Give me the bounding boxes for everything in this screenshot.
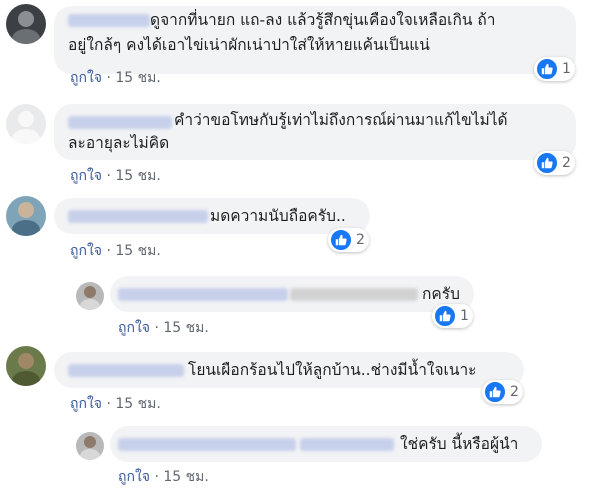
avatar[interactable] <box>6 196 46 236</box>
timestamp[interactable]: 15 ชม. <box>163 320 208 336</box>
comment-text-line1: ดูจากที่นายก แถ-ลง แล้วรู้สึกขุ่นเคืองใจ… <box>150 11 496 29</box>
comment-meta: ถูกใจ · 15 ชม. <box>118 466 209 488</box>
comment-text: กครับ <box>422 285 460 303</box>
like-thumb-icon <box>536 58 558 80</box>
commenter-name[interactable] <box>68 364 184 377</box>
reaction-number: 2 <box>562 155 571 171</box>
like-thumb-icon <box>434 305 456 327</box>
commenter-name[interactable] <box>68 210 208 223</box>
comment-text-line2: ละอายุละไม่คิด <box>68 134 170 152</box>
comment-text-line1: คำว่าขอโทษกับรู้เท่าไม่ถึงการณ์ผ่านมาแก้… <box>174 111 508 129</box>
reaction-count[interactable]: 1 <box>534 57 575 81</box>
reaction-number: 1 <box>562 61 571 77</box>
tagged-name[interactable] <box>300 438 394 451</box>
reaction-count[interactable]: 2 <box>328 228 369 252</box>
comment-meta: ถูกใจ · 15 ชม. <box>70 240 161 262</box>
like-link[interactable]: ถูกใจ <box>118 320 150 336</box>
reaction-number: 2 <box>356 232 365 248</box>
like-link[interactable]: ถูกใจ <box>70 396 102 412</box>
reaction-count[interactable]: 1 <box>432 304 473 328</box>
like-link[interactable]: ถูกใจ <box>70 168 102 184</box>
avatar[interactable] <box>6 346 46 386</box>
like-link[interactable]: ถูกใจ <box>118 469 150 485</box>
comment-meta: ถูกใจ · 15 ชม. <box>70 165 161 187</box>
commenter-name[interactable] <box>118 438 296 451</box>
avatar[interactable] <box>6 104 46 144</box>
timestamp[interactable]: 15 ชม. <box>115 168 160 184</box>
comment-meta: ถูกใจ · 15 ชม. <box>70 67 161 89</box>
like-link[interactable]: ถูกใจ <box>70 70 102 86</box>
comment-meta: ถูกใจ · 15 ชม. <box>118 317 209 339</box>
commenter-name[interactable] <box>68 116 172 129</box>
like-thumb-icon <box>484 381 506 403</box>
reaction-number: 2 <box>510 384 519 400</box>
comment-meta: ถูกใจ · 15 ชม. <box>70 393 161 415</box>
timestamp[interactable]: 15 ชม. <box>115 243 160 259</box>
timestamp[interactable]: 15 ชม. <box>163 469 208 485</box>
like-thumb-icon <box>330 229 352 251</box>
comment-text: มดความนับถือครับ.. <box>210 207 346 225</box>
avatar[interactable] <box>6 4 46 44</box>
comment-text-line2: อยู่ใกล้ๆ คงได้เอาไข่เน่าผักเน่าปาใส่ให้… <box>68 36 430 54</box>
reaction-number: 1 <box>460 308 469 324</box>
reaction-count[interactable]: 2 <box>482 380 523 404</box>
reaction-count[interactable]: 2 <box>534 151 575 175</box>
timestamp[interactable]: 15 ชม. <box>115 70 160 86</box>
like-thumb-icon <box>536 152 558 174</box>
comment-text: ใช่ครับ นี้หรือผู้นำ <box>400 435 519 453</box>
tagged-name[interactable] <box>290 288 418 301</box>
timestamp[interactable]: 15 ชม. <box>115 396 160 412</box>
commenter-name[interactable] <box>68 14 150 27</box>
comment-text: โยนเผือกร้อนไปให้ลูกบ้าน..ช่างมีน้ำใจเนา… <box>188 361 477 379</box>
like-link[interactable]: ถูกใจ <box>70 243 102 259</box>
avatar[interactable] <box>76 282 104 310</box>
avatar[interactable] <box>76 432 104 460</box>
commenter-name[interactable] <box>118 288 288 301</box>
